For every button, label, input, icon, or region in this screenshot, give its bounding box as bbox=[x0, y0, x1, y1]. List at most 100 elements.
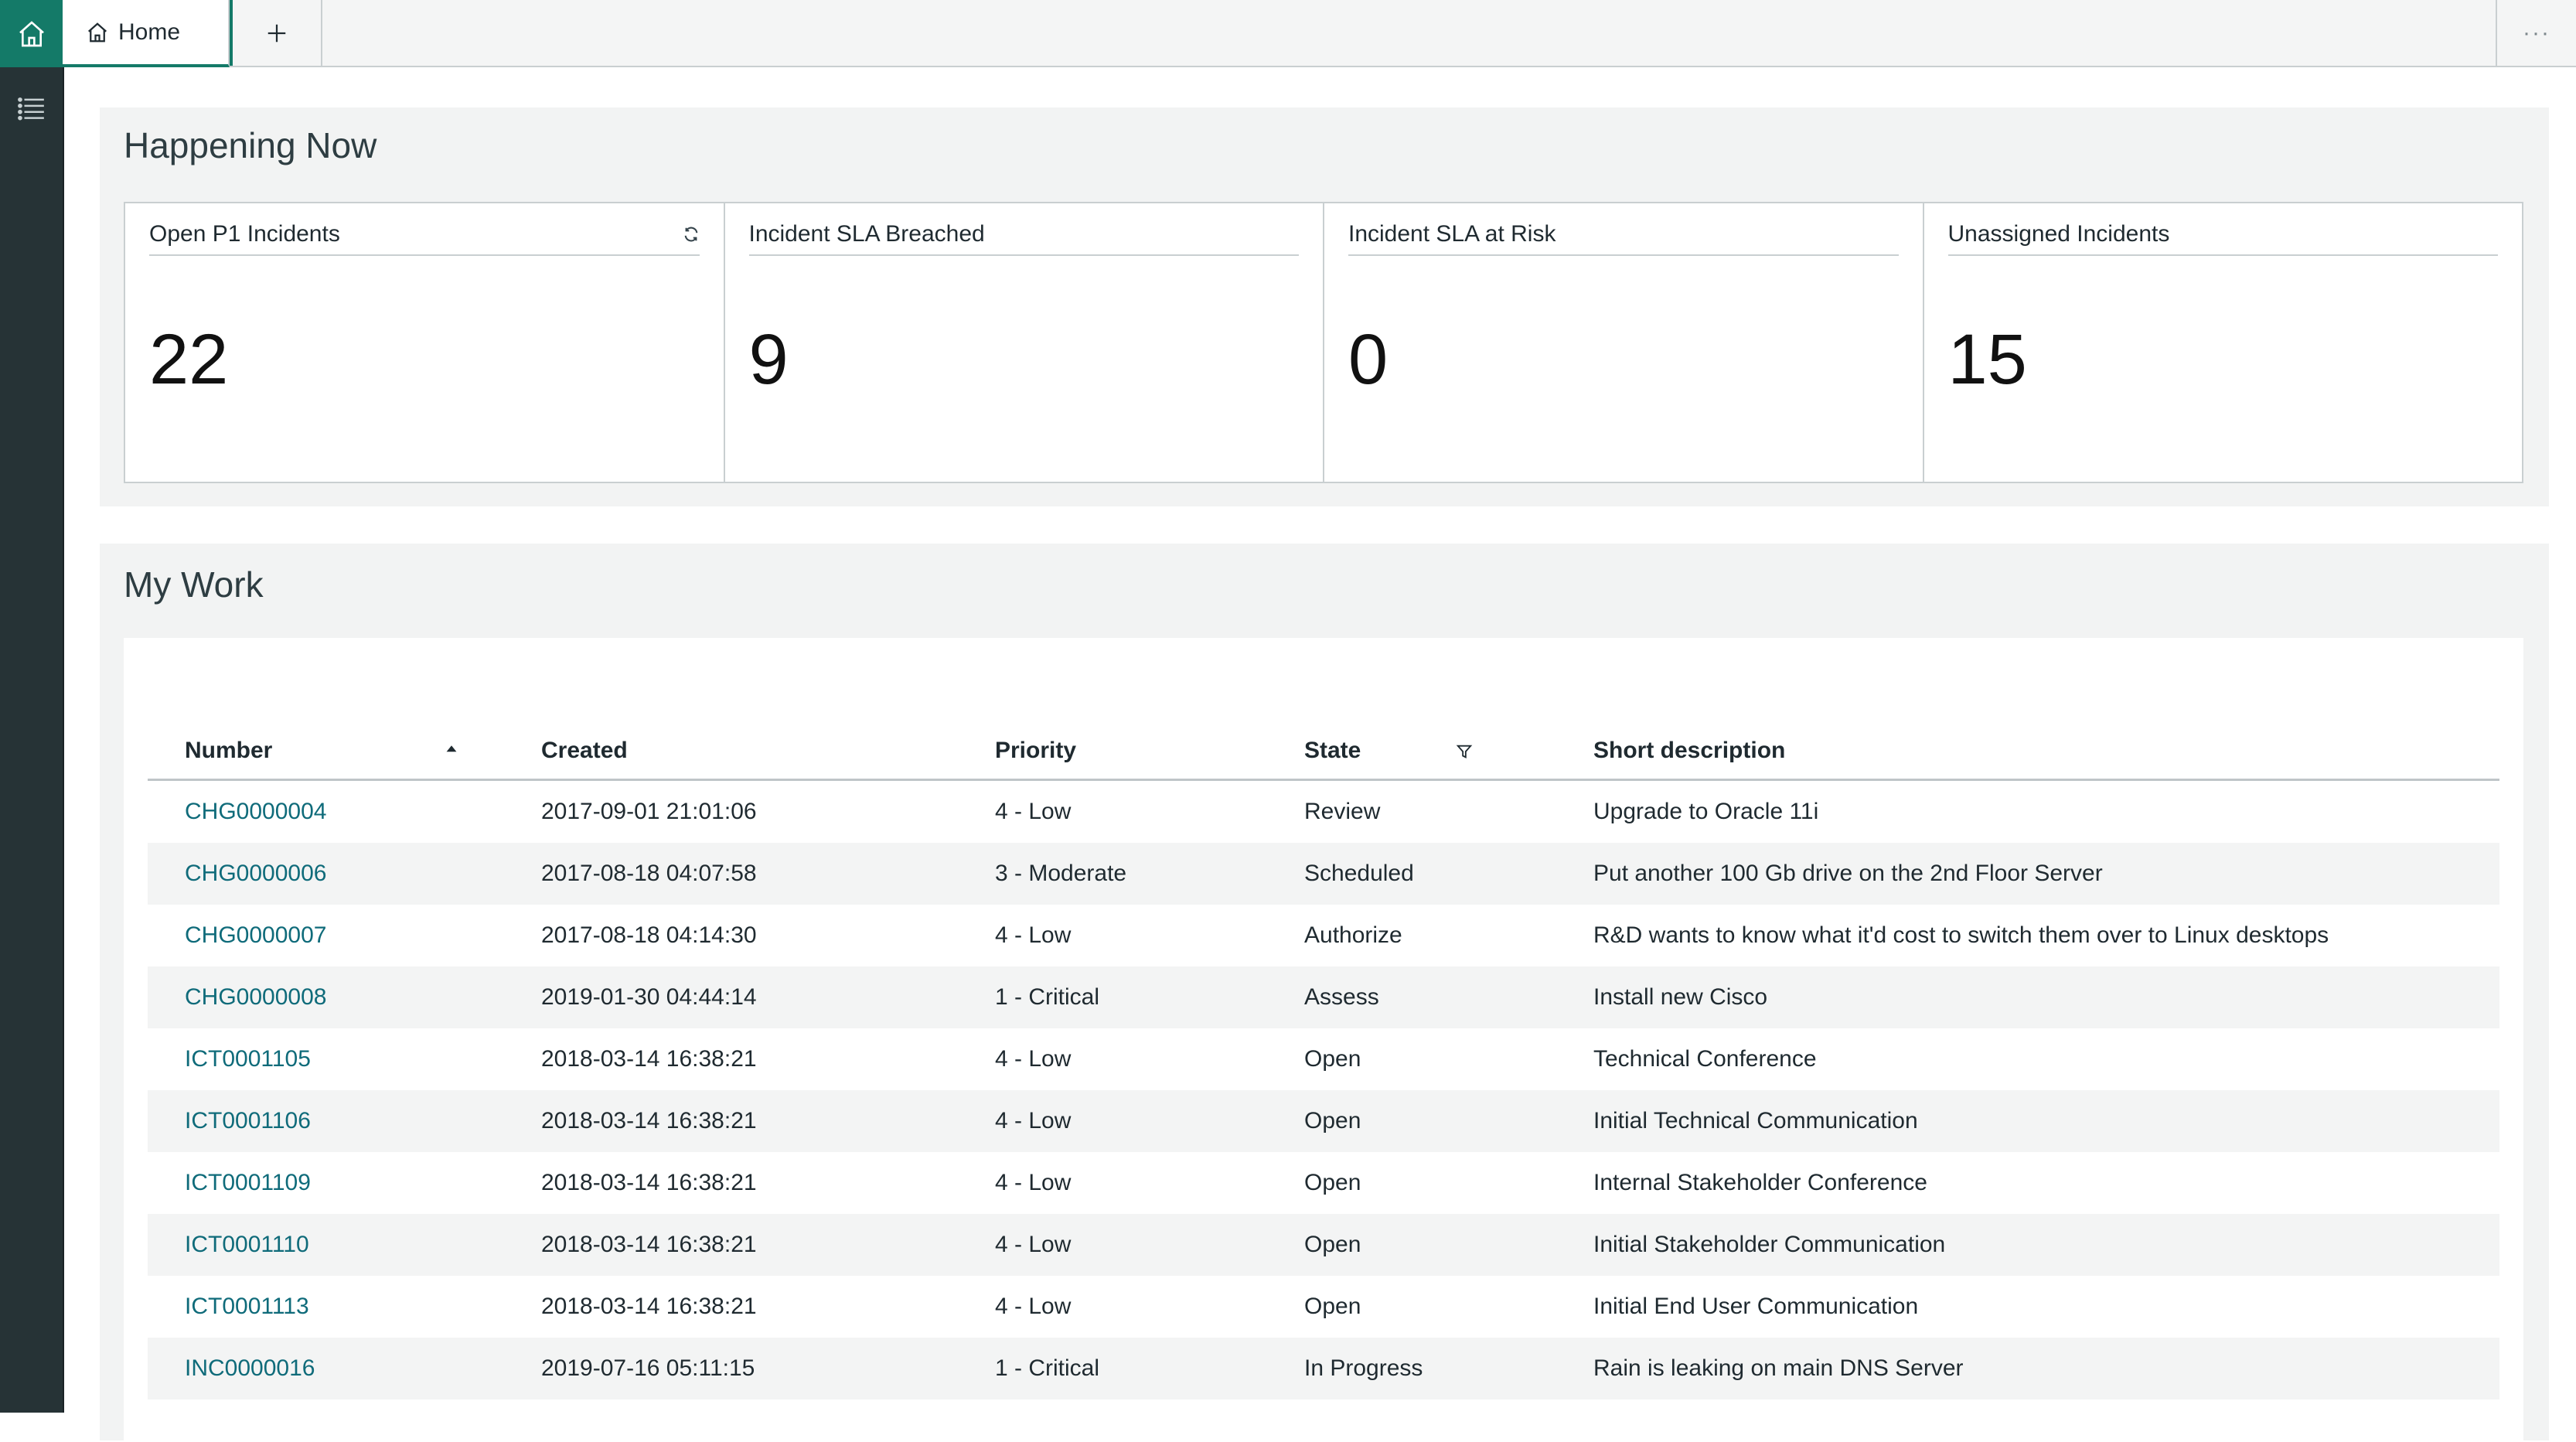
card-value: 0 bbox=[1348, 320, 1389, 399]
sort-ascending-icon[interactable] bbox=[445, 743, 458, 755]
priority-cell: 4 - Low bbox=[995, 1046, 1072, 1072]
record-number-link[interactable]: ICT0001109 bbox=[148, 1152, 504, 1214]
record-number-link[interactable]: CHG0000008 bbox=[148, 966, 504, 1028]
filter-icon[interactable] bbox=[1456, 743, 1473, 760]
column-header-label: State bbox=[1304, 738, 1361, 763]
state-cell: Open bbox=[1267, 1214, 1556, 1276]
priority-cell: 4 - Low bbox=[995, 799, 1072, 824]
description-cell: Initial Technical Communication bbox=[1556, 1090, 2499, 1152]
record-number-link[interactable]: CHG0000006 bbox=[148, 843, 504, 905]
column-header-label: Priority bbox=[995, 738, 1077, 763]
table-row[interactable]: CHG0000004 2017-09-01 21:01:06 4 - Low R… bbox=[148, 780, 2499, 844]
card-header: Open P1 Incidents bbox=[149, 214, 700, 256]
priority-cell: 1 - Critical bbox=[958, 966, 1267, 1028]
add-tab-button[interactable] bbox=[230, 0, 322, 66]
record-number-link[interactable]: ICT0001113 bbox=[148, 1276, 504, 1338]
state-cell: Open bbox=[1304, 1046, 1361, 1072]
record-number-link[interactable]: ICT0001105 bbox=[148, 1028, 504, 1090]
home-button[interactable] bbox=[0, 0, 63, 67]
description-cell: R&D wants to know what it'd cost to swit… bbox=[1593, 922, 2329, 948]
state-cell: Review bbox=[1304, 799, 1381, 824]
column-header-label: Number bbox=[185, 738, 273, 763]
card-header: Incident SLA at Risk bbox=[1348, 214, 1899, 256]
refresh-icon[interactable] bbox=[683, 226, 700, 243]
metric-card[interactable]: Incident SLA at Risk 0 bbox=[1324, 203, 1924, 482]
record-number-link[interactable]: CHG0000004 bbox=[148, 780, 504, 844]
record-number-link[interactable]: ICT0001106 bbox=[148, 1090, 504, 1152]
column-header-state[interactable]: State bbox=[1267, 723, 1556, 781]
state-cell: Scheduled bbox=[1267, 843, 1556, 905]
priority-cell: 1 - Critical bbox=[958, 1338, 1267, 1399]
description-cell: Initial End User Communication bbox=[1593, 1294, 1919, 1319]
table-row[interactable]: CHG0000008 2019-01-30 04:44:14 1 - Criti… bbox=[148, 966, 2499, 1028]
column-header-short-description[interactable]: Short description bbox=[1556, 723, 2499, 781]
description-cell: Rain is leaking on main DNS Server bbox=[1556, 1338, 2499, 1399]
table-row[interactable]: ICT0001110 2018-03-14 16:38:21 4 - Low O… bbox=[148, 1214, 2499, 1276]
description-cell: Internal Stakeholder Conference bbox=[1593, 1170, 1927, 1195]
created-cell: 2018-03-14 16:38:21 bbox=[541, 1170, 757, 1195]
card-label: Open P1 Incidents bbox=[149, 221, 340, 247]
card-header: Incident SLA Breached bbox=[748, 214, 1299, 256]
column-header-created[interactable]: Created bbox=[504, 723, 958, 781]
table-header-row: Number Created Priority State Short desc… bbox=[148, 723, 2499, 781]
card-value: 22 bbox=[149, 320, 229, 399]
record-number-link[interactable]: ICT0001110 bbox=[148, 1214, 504, 1276]
priority-cell: 3 - Moderate bbox=[958, 843, 1267, 905]
description-cell: Technical Conference bbox=[1593, 1046, 1817, 1072]
tab-home-label: Home bbox=[118, 19, 181, 45]
card-header: Unassigned Incidents bbox=[1947, 214, 2498, 256]
section-title: My Work bbox=[124, 564, 264, 605]
state-cell: Open bbox=[1304, 1170, 1361, 1195]
card-value: 9 bbox=[748, 320, 789, 399]
table-row[interactable]: ICT0001113 2018-03-14 16:38:21 4 - Low O… bbox=[148, 1276, 2499, 1338]
created-cell: 2019-01-30 04:44:14 bbox=[504, 966, 958, 1028]
description-cell: Upgrade to Oracle 11i bbox=[1593, 799, 1819, 824]
plus-icon bbox=[267, 24, 286, 42]
priority-cell: 4 - Low bbox=[995, 922, 1072, 948]
table-row[interactable]: INC0000016 2019-07-16 05:11:15 1 - Criti… bbox=[148, 1338, 2499, 1399]
column-header-label: Short description bbox=[1593, 738, 1786, 763]
table-row[interactable]: CHG0000007 2017-08-18 04:14:30 4 - Low A… bbox=[148, 905, 2499, 966]
column-header-priority[interactable]: Priority bbox=[958, 723, 1267, 781]
main-content: Happening Now Open P1 Incidents 22 Incid… bbox=[64, 67, 2576, 1442]
metric-card[interactable]: Open P1 Incidents 22 bbox=[125, 203, 725, 482]
happening-now-section: Happening Now Open P1 Incidents 22 Incid… bbox=[100, 107, 2549, 506]
menu-list-button[interactable] bbox=[0, 85, 63, 131]
created-cell: 2018-03-14 16:38:21 bbox=[504, 1214, 958, 1276]
record-number-link[interactable]: CHG0000007 bbox=[148, 905, 504, 966]
tab-bar: Home ··· bbox=[63, 0, 2576, 67]
metric-card[interactable]: Unassigned Incidents 15 bbox=[1924, 203, 2523, 482]
priority-cell: 4 - Low bbox=[958, 1214, 1267, 1276]
created-cell: 2018-03-14 16:38:21 bbox=[541, 1294, 757, 1319]
card-label: Incident SLA Breached bbox=[748, 221, 985, 247]
state-cell: Open bbox=[1267, 1090, 1556, 1152]
more-options-button[interactable]: ··· bbox=[2496, 0, 2576, 66]
section-title: Happening Now bbox=[124, 125, 377, 165]
ellipsis-icon: ··· bbox=[2523, 19, 2550, 46]
created-cell: 2018-03-14 16:38:21 bbox=[541, 1046, 757, 1072]
priority-cell: 4 - Low bbox=[995, 1294, 1072, 1319]
my-work-section: My Work Number Created Priority State Sh… bbox=[100, 544, 2549, 1442]
table-row[interactable]: ICT0001105 2018-03-14 16:38:21 4 - Low O… bbox=[148, 1028, 2499, 1090]
column-header-number[interactable]: Number bbox=[148, 723, 504, 781]
column-header-label: Created bbox=[541, 738, 628, 763]
table-row[interactable]: ICT0001106 2018-03-14 16:38:21 4 - Low O… bbox=[148, 1090, 2499, 1152]
record-number-link[interactable]: INC0000016 bbox=[148, 1338, 504, 1399]
priority-cell: 4 - Low bbox=[958, 1090, 1267, 1152]
created-cell: 2018-03-14 16:38:21 bbox=[504, 1090, 958, 1152]
tab-home[interactable]: Home bbox=[63, 0, 230, 67]
priority-cell: 4 - Low bbox=[995, 1170, 1072, 1195]
state-cell: Assess bbox=[1267, 966, 1556, 1028]
metric-card[interactable]: Incident SLA Breached 9 bbox=[725, 203, 1324, 482]
table-row[interactable]: ICT0001109 2018-03-14 16:38:21 4 - Low O… bbox=[148, 1152, 2499, 1214]
created-cell: 2019-07-16 05:11:15 bbox=[504, 1338, 958, 1399]
created-cell: 2017-08-18 04:14:30 bbox=[541, 922, 757, 948]
card-label: Unassigned Incidents bbox=[1947, 221, 2170, 247]
table-row[interactable]: CHG0000006 2017-08-18 04:07:58 3 - Moder… bbox=[148, 843, 2499, 905]
created-cell: 2017-08-18 04:07:58 bbox=[504, 843, 958, 905]
left-rail bbox=[0, 0, 64, 1413]
card-label: Incident SLA at Risk bbox=[1348, 221, 1556, 247]
list-icon bbox=[17, 97, 44, 121]
home-icon bbox=[88, 22, 107, 42]
description-cell: Put another 100 Gb drive on the 2nd Floo… bbox=[1556, 843, 2499, 905]
